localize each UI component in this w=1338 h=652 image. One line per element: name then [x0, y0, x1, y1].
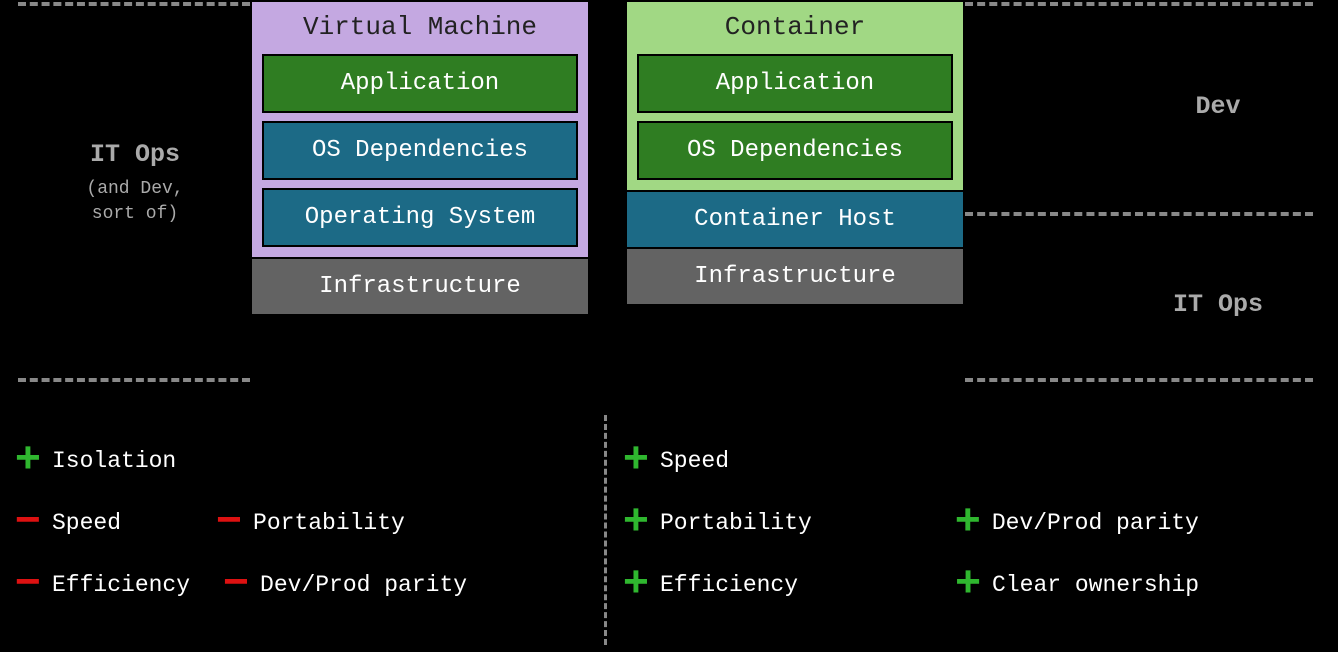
ct-layer-container-host: Container Host	[625, 190, 965, 249]
vm-pros-cons: + Isolation − Speed − Portability − Effi…	[10, 430, 590, 616]
vm-point: Portability	[253, 510, 405, 536]
ct-point: Efficiency	[660, 572, 798, 598]
plus-icon: +	[618, 501, 654, 545]
vm-row-1: + Isolation	[10, 430, 590, 492]
ct-layer-os-dependencies: OS Dependencies	[637, 121, 953, 180]
vm-point: Speed	[52, 510, 121, 536]
ct-row-2: + Portability + Dev/Prod parity	[618, 492, 1318, 554]
minus-icon: −	[218, 563, 254, 607]
vm-layer-application: Application	[262, 54, 578, 113]
right-role-itops: IT Ops	[1128, 290, 1308, 319]
plus-icon: +	[10, 439, 46, 483]
plus-icon: +	[950, 563, 986, 607]
ct-row-1: + Speed	[618, 430, 1318, 492]
vm-layer-infrastructure: Infrastructure	[250, 257, 590, 316]
dash-line	[18, 378, 250, 382]
ct-point: Portability	[660, 510, 812, 536]
vm-box: Virtual Machine Application OS Dependenc…	[250, 0, 590, 259]
dash-line	[18, 2, 250, 6]
left-role-main: IT Ops	[40, 140, 230, 169]
vm-layer-os-dependencies: OS Dependencies	[262, 121, 578, 180]
ct-row-3: + Efficiency + Clear ownership	[618, 554, 1318, 616]
ct-layer-infrastructure: Infrastructure	[625, 247, 965, 306]
architecture-diagram: IT Ops (and Dev, sort of) Dev IT Ops Vir…	[0, 0, 1338, 410]
ct-point: Speed	[660, 448, 729, 474]
ct-point: Clear ownership	[992, 572, 1199, 598]
vm-layer-operating-system: Operating System	[262, 188, 578, 247]
ct-point: Dev/Prod parity	[992, 510, 1199, 536]
dash-line	[965, 212, 1313, 216]
minus-icon: −	[10, 501, 46, 545]
vm-row-2: − Speed − Portability	[10, 492, 590, 554]
dash-line	[965, 2, 1313, 6]
container-stack: Container Application OS Dependencies Co…	[625, 0, 965, 306]
container-title: Container	[637, 10, 953, 46]
ct-layer-application: Application	[637, 54, 953, 113]
left-role-sub: (and Dev, sort of)	[40, 177, 230, 227]
vm-point: Dev/Prod parity	[260, 572, 467, 598]
minus-icon: −	[10, 563, 46, 607]
vm-title: Virtual Machine	[262, 10, 578, 46]
vm-stack: Virtual Machine Application OS Dependenc…	[250, 0, 590, 316]
right-role-dev: Dev	[1128, 92, 1308, 121]
container-box: Container Application OS Dependencies	[625, 0, 965, 192]
plus-icon: +	[618, 439, 654, 483]
left-role-label: IT Ops (and Dev, sort of)	[40, 140, 230, 227]
minus-icon: −	[211, 501, 247, 545]
center-divider	[604, 415, 607, 645]
plus-icon: +	[950, 501, 986, 545]
plus-icon: +	[618, 563, 654, 607]
dash-line	[965, 378, 1313, 382]
vm-point: Isolation	[52, 448, 176, 474]
vm-row-3: − Efficiency − Dev/Prod parity	[10, 554, 590, 616]
vm-point: Efficiency	[52, 572, 190, 598]
container-pros-cons: + Speed + Portability + Dev/Prod parity …	[618, 430, 1318, 616]
